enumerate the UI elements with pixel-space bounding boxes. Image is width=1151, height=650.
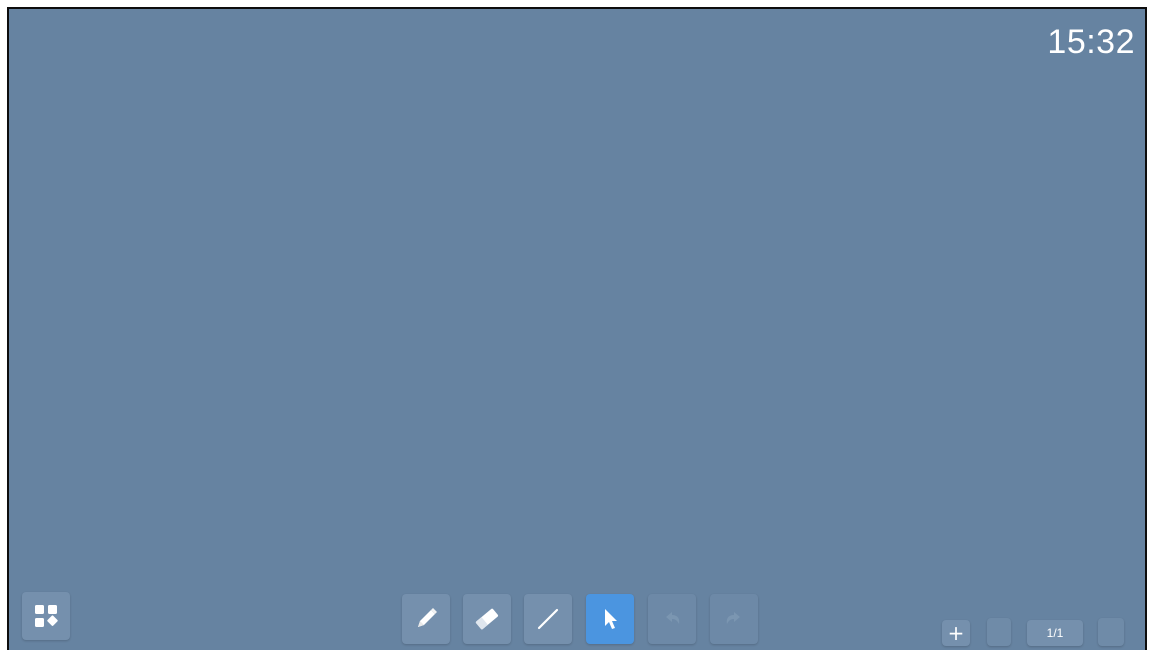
- add-page-button[interactable]: +: [942, 620, 970, 646]
- select-tool-button[interactable]: [586, 594, 634, 644]
- eraser-icon: [475, 608, 499, 630]
- line-icon: [537, 608, 559, 630]
- line-tool-button[interactable]: [524, 594, 572, 644]
- page-indicator[interactable]: 1/1: [1027, 620, 1083, 646]
- pencil-icon: [418, 608, 437, 627]
- page-indicator-label: 1/1: [1046, 626, 1064, 640]
- cursor-icon: [605, 609, 617, 629]
- previous-page-button[interactable]: [987, 618, 1011, 646]
- undo-button[interactable]: [648, 594, 696, 644]
- undo-icon: [666, 612, 680, 624]
- whiteboard-screen: 15:32 + 1/1: [7, 7, 1147, 650]
- apps-grid-icon: [35, 605, 58, 627]
- apps-button[interactable]: [22, 592, 70, 640]
- next-page-button[interactable]: [1098, 618, 1124, 646]
- clock: 15:32: [1047, 23, 1135, 61]
- redo-button[interactable]: [710, 594, 758, 644]
- drawing-canvas[interactable]: [9, 9, 1145, 650]
- eraser-tool-button[interactable]: [463, 594, 511, 644]
- pen-tool-button[interactable]: [402, 594, 450, 644]
- plus-icon: +: [947, 621, 965, 645]
- redo-icon: [726, 612, 740, 624]
